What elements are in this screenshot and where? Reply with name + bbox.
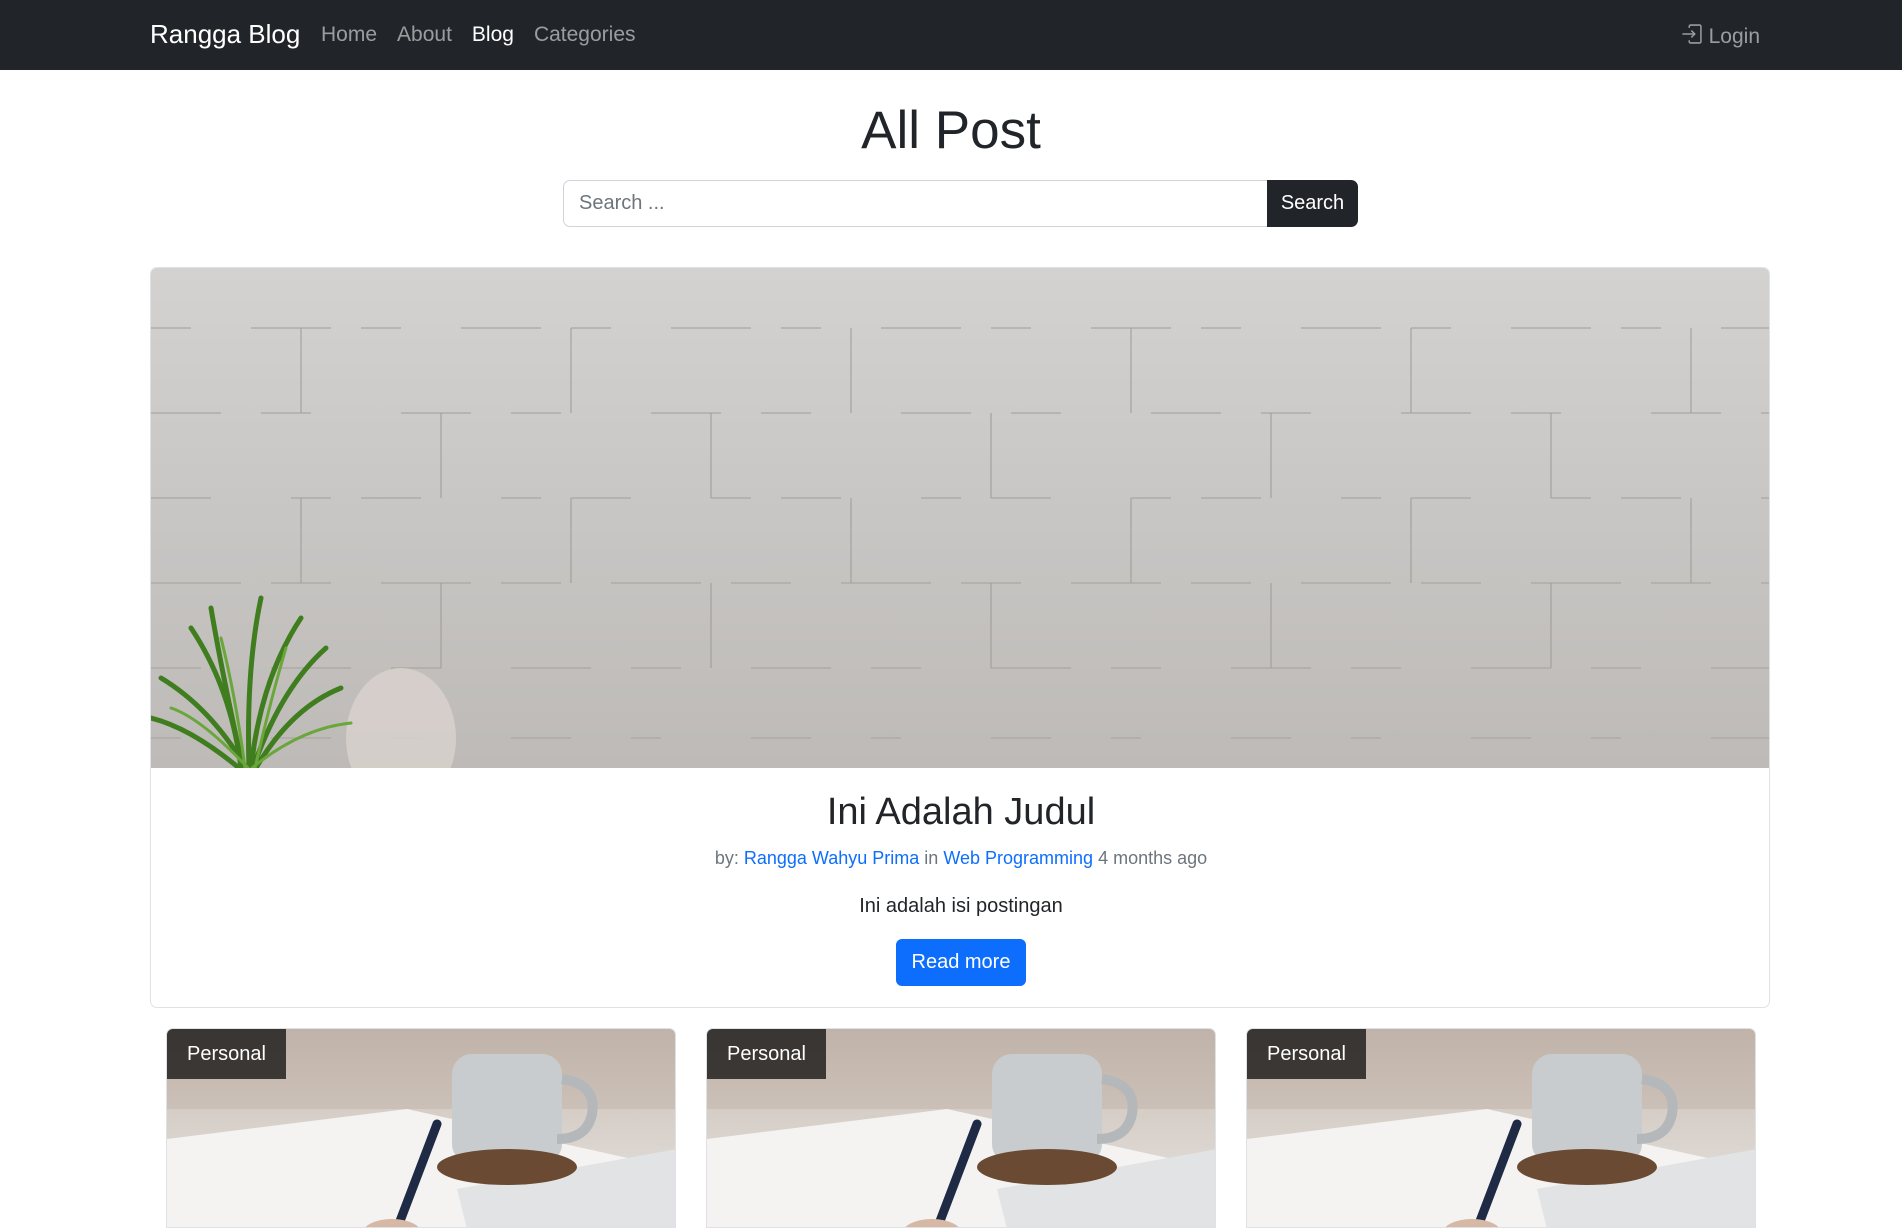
nav-link-categories[interactable]: Categories [534,23,636,47]
featured-post-image [151,268,1769,768]
featured-post-meta: by: Rangga Wahyu Prima in Web Programmin… [151,848,1769,869]
featured-post-title: Ini Adalah Judul [826,791,1096,833]
search-input[interactable] [563,180,1267,227]
category-badge[interactable]: Personal [1247,1029,1366,1079]
nav-link-about[interactable]: About [397,23,452,47]
search-button[interactable]: Search [1267,180,1358,227]
category-badge[interactable]: Personal [707,1029,826,1079]
post-time: 4 months ago [1098,848,1208,868]
category-badge[interactable]: Personal [167,1029,286,1079]
page-title: All Post [861,101,1041,160]
login-label: Login [1708,25,1760,48]
author-link[interactable]: Rangga Wahyu Prima [744,848,919,868]
login-link[interactable]: Login [1681,23,1760,51]
nav-link-blog[interactable]: Blog [472,23,514,47]
featured-post-excerpt: Ini adalah isi postingan [859,895,1063,917]
post-card[interactable]: Personal [706,1028,1216,1228]
nav-links: Home About Blog Categories [321,23,636,47]
post-card[interactable]: Personal [166,1028,676,1228]
featured-post-card: Ini Adalah Judul by: Rangga Wahyu Prima … [150,267,1770,1008]
read-more-button[interactable]: Read more [895,939,1027,986]
meta-by-label: by: [714,848,739,868]
navbar: Rangga Blog Home About Blog Categories L… [0,0,1902,70]
featured-post-body: Ini Adalah Judul by: Rangga Wahyu Prima … [151,768,1769,986]
nav-link-home[interactable]: Home [321,23,377,47]
meta-in-label: in [924,848,939,868]
post-card[interactable]: Personal [1246,1028,1756,1228]
category-link[interactable]: Web Programming [943,848,1093,868]
brand-link[interactable]: Rangga Blog [150,19,300,50]
search-form: Search [563,180,1358,227]
box-arrow-in-right-icon [1681,23,1703,51]
